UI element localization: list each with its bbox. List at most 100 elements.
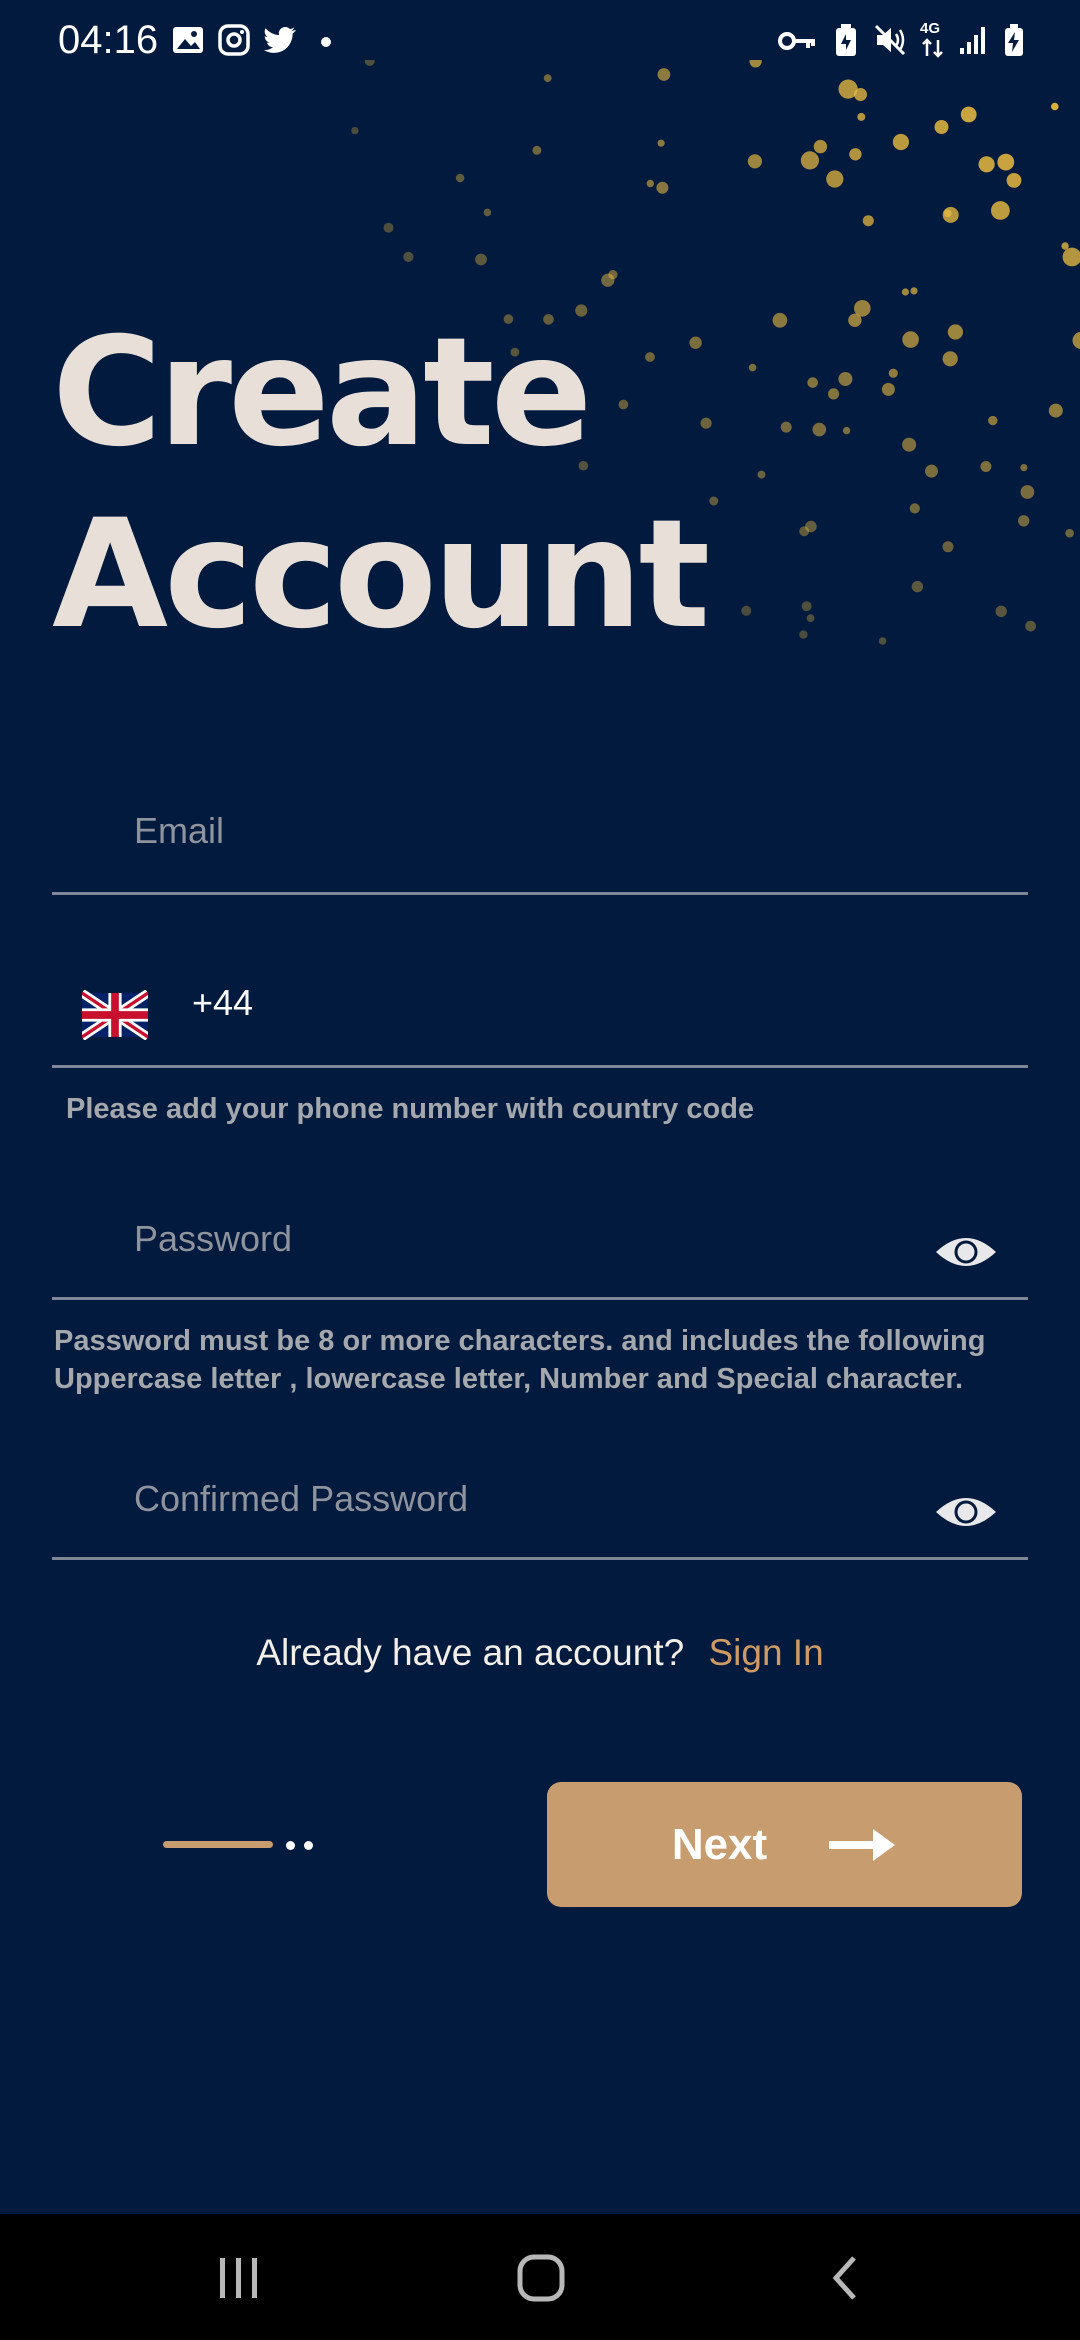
gold-dot xyxy=(532,145,542,155)
gold-dot xyxy=(947,324,964,340)
gold-dot xyxy=(543,74,552,82)
arrow-right-icon xyxy=(829,1828,896,1861)
gold-dot xyxy=(645,352,655,362)
gold-dot xyxy=(878,637,887,645)
gold-dot xyxy=(741,605,752,616)
phone-field[interactable]: +44 xyxy=(52,960,1028,1066)
gold-dot xyxy=(800,151,820,170)
gold-dot xyxy=(901,288,910,296)
uk-flag-icon[interactable] xyxy=(82,990,148,1040)
gold-dot xyxy=(902,437,917,452)
recent-apps-icon[interactable] xyxy=(214,2254,264,2302)
gold-dot xyxy=(646,179,654,188)
gold-dot xyxy=(902,331,919,348)
gold-dot xyxy=(1061,242,1069,250)
gold-dot xyxy=(838,79,858,99)
pager-dot xyxy=(304,1841,313,1850)
phone-underline xyxy=(52,1065,1028,1068)
email-field[interactable]: Email xyxy=(52,790,1028,894)
signin-prompt: Already have an account? xyxy=(256,1632,685,1673)
gold-dot xyxy=(1020,464,1028,472)
gold-dot xyxy=(749,60,762,68)
gold-dot xyxy=(772,312,788,328)
gold-dot xyxy=(944,209,952,218)
email-underline xyxy=(52,892,1028,895)
gold-dot xyxy=(942,351,958,367)
gallery-icon xyxy=(173,27,203,53)
instagram-icon xyxy=(218,24,250,56)
page-title-line2: Account xyxy=(52,488,710,662)
phone-dial-code: +44 xyxy=(192,982,254,1023)
password-field[interactable]: Password xyxy=(52,1196,1028,1298)
gold-dot xyxy=(995,605,1007,617)
back-icon[interactable] xyxy=(826,2254,866,2302)
gold-dot xyxy=(364,60,375,66)
gold-dot xyxy=(1020,485,1035,499)
gold-dot xyxy=(807,377,818,388)
gold-dot xyxy=(978,156,995,173)
gold-dot xyxy=(801,601,812,612)
password-helper-text: Password must be 8 or more characters. a… xyxy=(54,1325,986,1395)
signal-icon xyxy=(960,27,985,54)
gold-dot xyxy=(1051,102,1059,111)
gold-dot xyxy=(988,415,998,426)
twitter-icon xyxy=(264,27,296,53)
gold-dot xyxy=(857,112,866,121)
gold-dot xyxy=(934,120,949,134)
home-icon[interactable] xyxy=(515,2252,567,2304)
gold-dot xyxy=(1006,173,1022,188)
gold-dot xyxy=(862,215,874,227)
gold-dot xyxy=(838,372,853,386)
gold-dot xyxy=(960,106,977,123)
gold-dot xyxy=(888,368,898,378)
pager-active-indicator xyxy=(163,1841,273,1848)
status-time: 04:16 xyxy=(58,18,159,62)
gold-dot xyxy=(455,173,465,183)
gold-dot xyxy=(911,580,924,593)
gold-dot xyxy=(997,153,1015,171)
gold-dot xyxy=(799,526,810,537)
gold-dot xyxy=(942,541,954,553)
gold-dot xyxy=(1072,331,1080,349)
system-nav-bar xyxy=(0,2214,1080,2340)
gold-dot xyxy=(799,630,808,639)
network-label: 4G xyxy=(920,20,941,37)
gold-dot xyxy=(700,417,712,429)
gold-dot xyxy=(991,201,1010,220)
battery-charging-icon xyxy=(1005,24,1023,56)
gold-dot xyxy=(925,464,938,478)
confirm-password-underline xyxy=(52,1557,1028,1560)
gold-dot xyxy=(910,287,918,295)
gold-dot xyxy=(475,253,487,266)
show-confirm-password-eye-icon[interactable] xyxy=(934,1490,998,1534)
gold-dot xyxy=(383,222,394,233)
gold-dot xyxy=(656,181,669,194)
gold-dot xyxy=(854,300,871,317)
gold-dot xyxy=(747,154,763,169)
gold-dot xyxy=(1025,620,1036,632)
gold-dot xyxy=(813,139,828,154)
gold-dot xyxy=(909,503,920,514)
gold-dot xyxy=(980,461,992,472)
gold-dot xyxy=(689,336,702,349)
gold-dot xyxy=(351,126,359,135)
gold-dot xyxy=(881,382,895,396)
gold-dot xyxy=(780,421,792,433)
gold-dot xyxy=(757,470,766,479)
gold-dot xyxy=(842,426,851,435)
pager-dot xyxy=(286,1841,295,1850)
confirm-password-field[interactable]: Confirmed Password xyxy=(52,1456,1028,1558)
gold-dot xyxy=(618,399,629,410)
gold-dot xyxy=(748,363,757,372)
gold-dot xyxy=(657,68,671,81)
signin-link[interactable]: Sign In xyxy=(708,1632,823,1673)
email-placeholder: Email xyxy=(134,810,225,851)
password-underline xyxy=(52,1297,1028,1300)
next-button[interactable]: Next xyxy=(547,1782,1022,1907)
gold-dot xyxy=(828,388,840,400)
gold-dot xyxy=(1018,515,1030,527)
signin-row: Already have an account? Sign In xyxy=(0,1632,1080,1674)
gold-dot xyxy=(849,148,862,161)
show-password-eye-icon[interactable] xyxy=(934,1230,998,1274)
gold-dot xyxy=(601,273,615,287)
